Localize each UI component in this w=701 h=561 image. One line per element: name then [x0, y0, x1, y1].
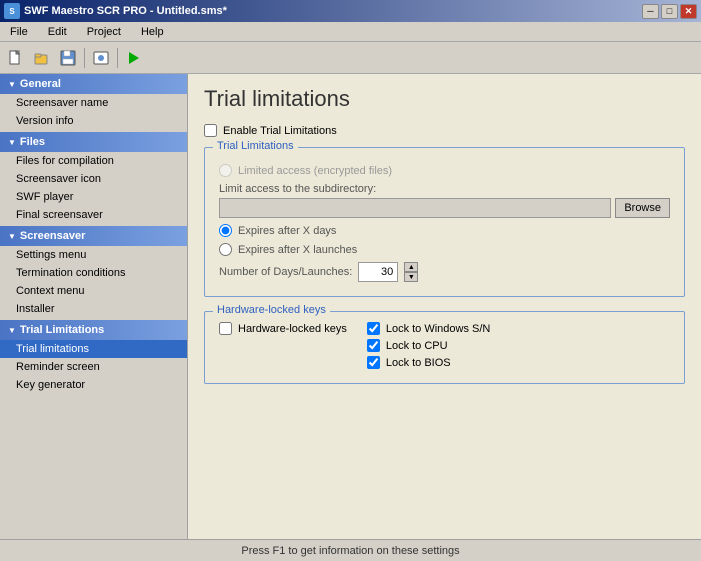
sidebar-section-screensaver-label: Screensaver	[20, 230, 85, 242]
window-controls: ─ □ ✕	[642, 4, 697, 19]
hardware-group-title: Hardware-locked keys	[213, 304, 330, 316]
hardware-grid: Hardware-locked keys Lock to Windows S/N…	[219, 322, 670, 369]
spinner-up-button[interactable]: ▲	[404, 262, 418, 272]
minimize-button[interactable]: ─	[642, 4, 659, 19]
main-layout: ▼ General Screensaver name Version info …	[0, 74, 701, 561]
lock-windows-row: Lock to Windows S/N	[367, 322, 670, 335]
hardware-checkbox-row: Hardware-locked keys	[219, 322, 347, 335]
lock-cpu-checkbox[interactable]	[367, 339, 380, 352]
subdirectory-label: Limit access to the subdirectory:	[219, 183, 670, 195]
sidebar-item-files-compilation[interactable]: Files for compilation	[0, 152, 187, 170]
toolbar-separator-2	[117, 48, 118, 68]
toolbar-separator-1	[84, 48, 85, 68]
spinner-down-button[interactable]: ▼	[404, 272, 418, 282]
save-button[interactable]	[56, 46, 80, 70]
lock-bios-checkbox[interactable]	[367, 356, 380, 369]
sidebar-section-general: ▼ General Screensaver name Version info	[0, 74, 187, 130]
sidebar-item-settings-menu[interactable]: Settings menu	[0, 246, 187, 264]
lock-cpu-row: Lock to CPU	[367, 339, 670, 352]
expires-launches-row: Expires after X launches	[219, 243, 670, 256]
hardware-locked-checkbox[interactable]	[219, 322, 232, 335]
hardware-keys-group: Hardware-locked keys Hardware-locked key…	[204, 311, 685, 384]
menu-bar: File Edit Project Help	[0, 22, 701, 42]
days-launches-label: Number of Days/Launches:	[219, 266, 352, 278]
browse-button[interactable]: Browse	[615, 198, 670, 218]
sidebar-section-trial: ▼ Trial Limitations Trial limitations Re…	[0, 320, 187, 394]
expires-days-radio[interactable]	[219, 224, 232, 237]
sidebar-item-screensaver-name[interactable]: Screensaver name	[0, 94, 187, 112]
limited-access-radio[interactable]	[219, 164, 232, 177]
expires-launches-label[interactable]: Expires after X launches	[238, 244, 357, 256]
menu-edit[interactable]: Edit	[42, 24, 73, 40]
sidebar-header-screensaver[interactable]: ▼ Screensaver	[0, 226, 187, 246]
close-button[interactable]: ✕	[680, 4, 697, 19]
expires-days-row: Expires after X days	[219, 224, 670, 237]
hardware-locked-label[interactable]: Hardware-locked keys	[238, 323, 347, 335]
sidebar-header-general[interactable]: ▼ General	[0, 74, 187, 94]
days-spinner: ▲ ▼	[404, 262, 418, 282]
sidebar-section-general-label: General	[20, 78, 61, 90]
title-bar: S SWF Maestro SCR PRO - Untitled.sms* ─ …	[0, 0, 701, 22]
sidebar-item-screensaver-icon[interactable]: Screensaver icon	[0, 170, 187, 188]
status-bar: Press F1 to get information on these set…	[0, 539, 701, 561]
enable-trial-label[interactable]: Enable Trial Limitations	[223, 125, 337, 137]
days-launches-row: Number of Days/Launches: ▲ ▼	[219, 262, 670, 282]
sidebar-item-context-menu[interactable]: Context menu	[0, 282, 187, 300]
sidebar: ▼ General Screensaver name Version info …	[0, 74, 188, 561]
days-launches-input[interactable]	[358, 262, 398, 282]
maximize-button[interactable]: □	[661, 4, 678, 19]
page-title: Trial limitations	[204, 86, 685, 112]
chevron-down-icon: ▼	[8, 138, 16, 147]
open-button[interactable]	[30, 46, 54, 70]
lock-bios-label[interactable]: Lock to BIOS	[386, 357, 451, 369]
sidebar-item-swf-player[interactable]: SWF player	[0, 188, 187, 206]
limited-access-row: Limited access (encrypted files)	[219, 164, 670, 177]
sidebar-item-trial-limitations[interactable]: Trial limitations	[0, 340, 187, 358]
toolbar	[0, 42, 701, 74]
app-icon: S	[4, 3, 20, 19]
expires-launches-radio[interactable]	[219, 243, 232, 256]
sidebar-item-installer[interactable]: Installer	[0, 300, 187, 318]
chevron-down-icon: ▼	[8, 326, 16, 335]
window-title: SWF Maestro SCR PRO - Untitled.sms*	[24, 5, 227, 17]
enable-trial-checkbox[interactable]	[204, 124, 217, 137]
lock-cpu-label[interactable]: Lock to CPU	[386, 340, 448, 352]
trial-limitations-group: Trial Limitations Limited access (encryp…	[204, 147, 685, 297]
menu-help[interactable]: Help	[135, 24, 170, 40]
menu-project[interactable]: Project	[81, 24, 127, 40]
sidebar-item-reminder-screen[interactable]: Reminder screen	[0, 358, 187, 376]
enable-row: Enable Trial Limitations	[204, 124, 685, 137]
status-text: Press F1 to get information on these set…	[241, 545, 459, 557]
content-area: Trial limitations Enable Trial Limitatio…	[188, 74, 701, 561]
new-button[interactable]	[4, 46, 28, 70]
limited-access-label[interactable]: Limited access (encrypted files)	[238, 165, 392, 177]
play-button[interactable]	[122, 46, 146, 70]
sidebar-header-files[interactable]: ▼ Files	[0, 132, 187, 152]
sidebar-item-termination[interactable]: Termination conditions	[0, 264, 187, 282]
preview-button[interactable]	[89, 46, 113, 70]
hardware-options: Lock to Windows S/N Lock to CPU Lock to …	[367, 322, 670, 369]
lock-bios-row: Lock to BIOS	[367, 356, 670, 369]
sidebar-section-files-label: Files	[20, 136, 45, 148]
menu-file[interactable]: File	[4, 24, 34, 40]
chevron-down-icon: ▼	[8, 232, 16, 241]
expires-days-label[interactable]: Expires after X days	[238, 225, 336, 237]
chevron-down-icon: ▼	[8, 80, 16, 89]
trial-group-title: Trial Limitations	[213, 140, 298, 152]
lock-windows-checkbox[interactable]	[367, 322, 380, 335]
sidebar-section-trial-label: Trial Limitations	[20, 324, 104, 336]
sidebar-item-key-generator[interactable]: Key generator	[0, 376, 187, 394]
browse-row: Browse	[219, 198, 670, 218]
subdirectory-input[interactable]	[219, 198, 611, 218]
sidebar-section-files: ▼ Files Files for compilation Screensave…	[0, 132, 187, 224]
lock-windows-label[interactable]: Lock to Windows S/N	[386, 323, 491, 335]
sidebar-item-final-screensaver[interactable]: Final screensaver	[0, 206, 187, 224]
sidebar-section-screensaver: ▼ Screensaver Settings menu Termination …	[0, 226, 187, 318]
sidebar-item-version-info[interactable]: Version info	[0, 112, 187, 130]
sidebar-header-trial[interactable]: ▼ Trial Limitations	[0, 320, 187, 340]
